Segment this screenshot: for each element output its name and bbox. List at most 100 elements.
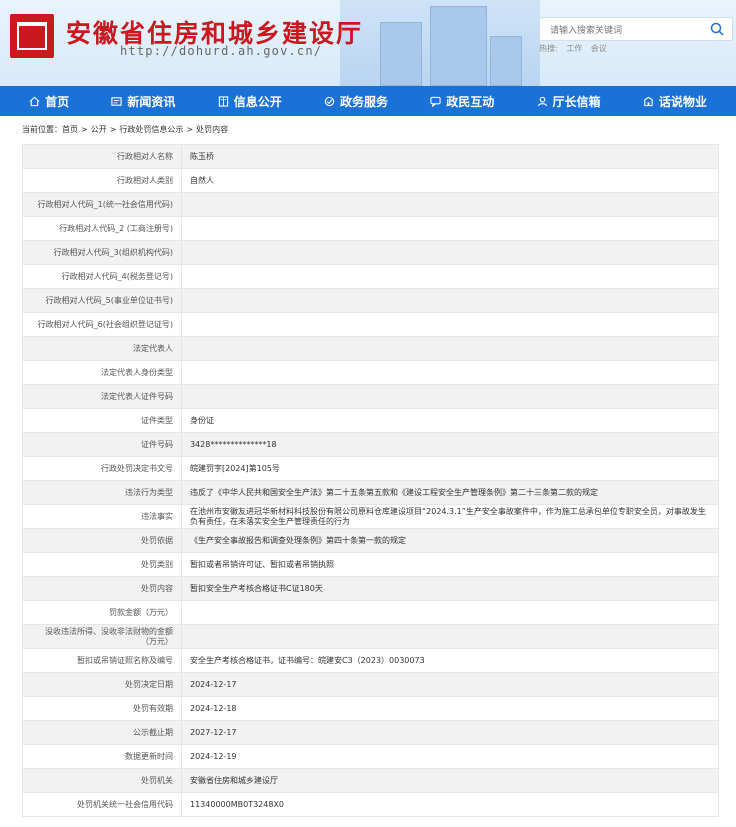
header-banner-image xyxy=(340,0,540,86)
table-row: 行政相对人类别 自然人 xyxy=(22,168,719,193)
field-label: 数据更新时间 xyxy=(22,744,182,769)
table-row: 处罚类别 暂扣或者吊销许可证、暂扣或者吊销执照 xyxy=(22,552,719,577)
doc-icon xyxy=(218,95,228,107)
field-label: 行政相对人类别 xyxy=(22,168,182,193)
field-label: 证件号码 xyxy=(22,432,182,457)
table-row: 行政相对人代码_2 (工商注册号) xyxy=(22,216,719,241)
nav-label: 话说物业 xyxy=(658,94,707,109)
table-row: 处罚依据 《生产安全事故报告和调查处理条例》第四十条第一款的规定 xyxy=(22,528,719,553)
nav-info[interactable]: 信息公开 xyxy=(218,93,282,110)
mail-icon xyxy=(537,96,547,106)
breadcrumb-current: 处罚内容 xyxy=(196,125,229,134)
field-label: 行政处罚决定书文号 xyxy=(22,456,182,481)
nav-property[interactable]: 话说物业 xyxy=(643,93,707,110)
field-label: 处罚机关统一社会信用代码 xyxy=(22,792,182,817)
table-row: 行政相对人代码_1(统一社会信用代码) xyxy=(22,192,719,217)
nav-home[interactable]: 首页 xyxy=(29,93,69,110)
field-label: 行政相对人代码_2 (工商注册号) xyxy=(22,216,182,241)
property-icon xyxy=(644,96,653,106)
table-row: 处罚决定日期 2024-12-17 xyxy=(22,672,719,697)
field-label: 没收违法所得、没收非法财物的金额（万元） xyxy=(22,624,182,649)
nav-label: 新闻资讯 xyxy=(127,94,176,109)
nav-label: 政民互动 xyxy=(446,94,495,109)
field-label: 证件类型 xyxy=(22,408,182,433)
breadcrumb-prefix: 当前位置： xyxy=(22,125,62,134)
field-value: 自然人 xyxy=(181,168,719,193)
field-label: 暂扣或吊销证照名称及编号 xyxy=(22,648,182,673)
field-value xyxy=(181,384,719,409)
table-row: 法定代表人证件号码 xyxy=(22,384,719,409)
table-row: 证件类型 身份证 xyxy=(22,408,719,433)
home-icon xyxy=(29,96,40,106)
field-label: 处罚内容 xyxy=(22,576,182,601)
field-value: 2024-12-18 xyxy=(181,696,719,721)
table-row: 法定代表人 xyxy=(22,336,719,361)
nav-news[interactable]: 新闻资讯 xyxy=(111,93,175,110)
hot-word[interactable]: 会议 xyxy=(591,44,607,53)
field-label: 行政相对人代码_6(社会组织登记证号) xyxy=(22,312,182,337)
nav-label: 信息公开 xyxy=(233,94,282,109)
breadcrumb-home[interactable]: 首页 xyxy=(62,125,78,134)
field-value: 《生产安全事故报告和调查处理条例》第四十条第一款的规定 xyxy=(181,528,719,553)
table-row: 违法事实 在池州市安徽友进冠华新材料科技股份有限公司原料仓库建设项目“2024.3… xyxy=(22,504,719,529)
field-value: 陈玉桥 xyxy=(181,144,719,169)
site-logo[interactable] xyxy=(10,14,54,58)
table-row: 法定代表人身份类型 xyxy=(22,360,719,385)
field-label: 违法事实 xyxy=(22,504,182,529)
breadcrumb-separator: > xyxy=(81,125,88,134)
field-value: 违反了《中华人民共和国安全生产法》第二十五条第五款和《建设工程安全生产管理条例》… xyxy=(181,480,719,505)
nav-mailbox[interactable]: 厅长信箱 xyxy=(537,93,601,110)
field-value: 2024-12-17 xyxy=(181,672,719,697)
table-row: 行政处罚决定书文号 皖建罚字[2024]第105号 xyxy=(22,456,719,481)
breadcrumb-separator: > xyxy=(186,125,194,134)
table-row: 违法行为类型 违反了《中华人民共和国安全生产法》第二十五条第五款和《建设工程安全生… xyxy=(22,480,719,505)
field-value xyxy=(181,312,719,337)
nav-service[interactable]: 政务服务 xyxy=(324,93,388,110)
nav-label: 厅长信箱 xyxy=(552,94,601,109)
field-label: 法定代表人证件号码 xyxy=(22,384,182,409)
search-icon[interactable] xyxy=(710,22,724,36)
chat-icon xyxy=(430,96,441,107)
field-value: 暂扣安全生产考核合格证书C证180天 xyxy=(181,576,719,601)
site-header: 安徽省住房和城乡建设厅 http://dohurd.ah.gov.cn/ 热搜:… xyxy=(0,0,736,86)
field-label: 法定代表人身份类型 xyxy=(22,360,182,385)
hot-search: 热搜: 工作 会议 xyxy=(539,43,613,54)
nav-interaction[interactable]: 政民互动 xyxy=(430,93,494,110)
field-label: 行政相对人代码_1(统一社会信用代码) xyxy=(22,192,182,217)
table-row: 数据更新时间 2024-12-19 xyxy=(22,744,719,769)
table-row: 行政相对人名称 陈玉桥 xyxy=(22,144,719,169)
table-row: 行政相对人代码_5(事业单位证书号) xyxy=(22,288,719,313)
hot-search-label: 热搜: xyxy=(539,44,558,53)
field-label: 处罚机关 xyxy=(22,768,182,793)
search-box xyxy=(539,17,733,42)
field-label: 行政相对人代码_5(事业单位证书号) xyxy=(22,288,182,313)
search-input[interactable] xyxy=(548,20,702,42)
breadcrumb-public[interactable]: 公开 xyxy=(91,125,107,134)
penalty-detail-table: 行政相对人名称 陈玉桥 行政相对人类别 自然人 行政相对人代码_1(统一社会信用代码) 行… xyxy=(22,144,719,817)
field-value xyxy=(181,192,719,217)
field-label: 行政相对人代码_4(税务登记号) xyxy=(22,264,182,289)
hot-word[interactable]: 工作 xyxy=(566,44,582,53)
table-row: 证件号码 3428**************18 xyxy=(22,432,719,457)
field-value: 皖建罚字[2024]第105号 xyxy=(181,456,719,481)
table-row: 处罚有效期 2024-12-18 xyxy=(22,696,719,721)
breadcrumb: 当前位置：首页 > 公开 > 行政处罚信息公示 > 处罚内容 xyxy=(0,116,736,144)
nav-label: 政务服务 xyxy=(339,94,388,109)
breadcrumb-penalty-list[interactable]: 行政处罚信息公示 xyxy=(119,125,183,134)
field-value xyxy=(181,216,719,241)
field-label: 违法行为类型 xyxy=(22,480,182,505)
field-value: 身份证 xyxy=(181,408,719,433)
field-label: 罚款金额（万元） xyxy=(22,600,182,625)
field-value xyxy=(181,360,719,385)
field-value: 暂扣或者吊销许可证、暂扣或者吊销执照 xyxy=(181,552,719,577)
main-nav: 首页 新闻资讯 信息公开 政务服务 政民互动 厅长信箱 话说物业 xyxy=(0,86,736,116)
site-url: http://dohurd.ah.gov.cn/ xyxy=(120,44,323,58)
table-row: 行政相对人代码_6(社会组织登记证号) xyxy=(22,312,719,337)
table-row: 处罚机关统一社会信用代码 11340000MB0T3248X0 xyxy=(22,792,719,817)
field-value: 3428**************18 xyxy=(181,432,719,457)
field-value xyxy=(181,264,719,289)
nav-label: 首页 xyxy=(45,94,70,109)
field-label: 行政相对人名称 xyxy=(22,144,182,169)
table-row: 暂扣或吊销证照名称及编号 安全生产考核合格证书，证书编号：皖建安C3（2023）0… xyxy=(22,648,719,673)
field-value xyxy=(181,240,719,265)
